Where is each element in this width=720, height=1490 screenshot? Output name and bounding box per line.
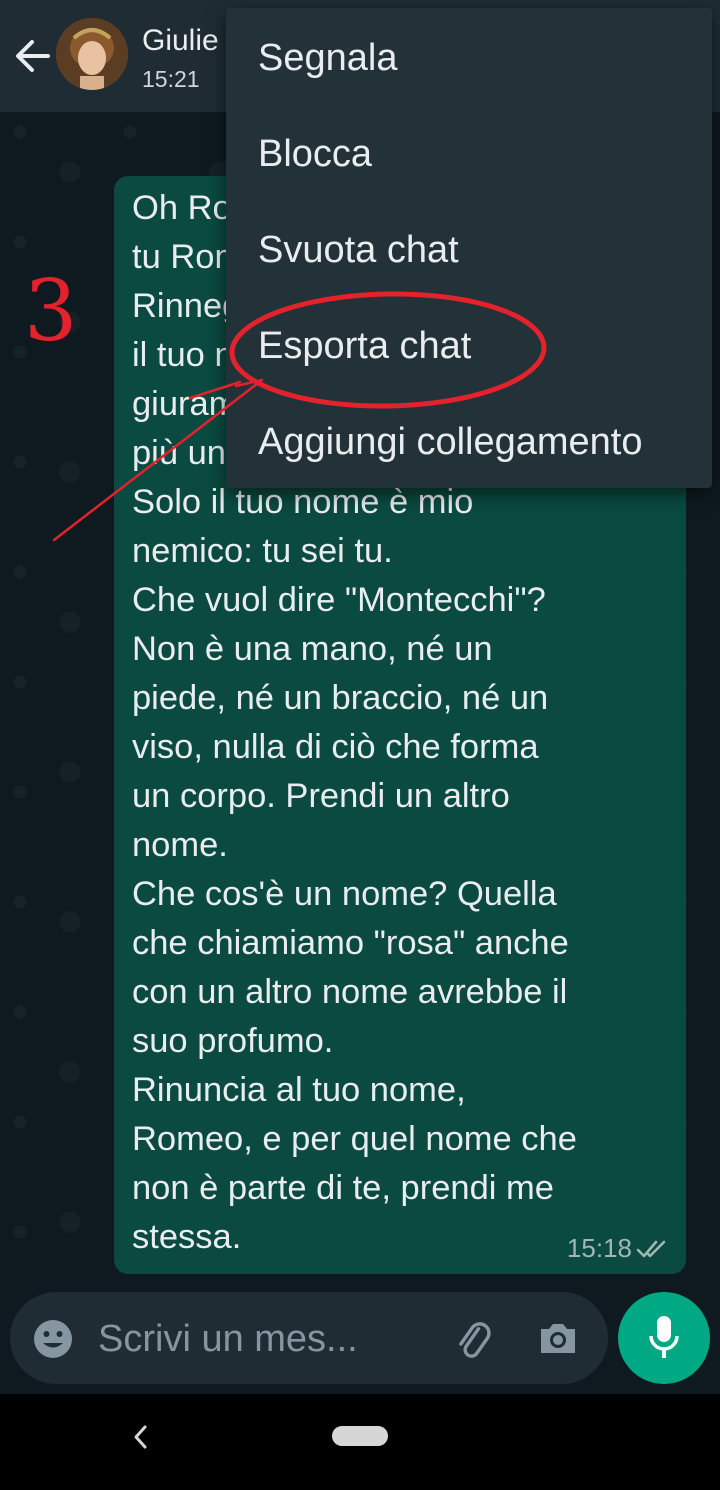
system-nav-bar [0, 1394, 720, 1490]
nav-home-pill[interactable] [332, 1426, 388, 1446]
portrait-image [56, 18, 128, 90]
menu-item-esporta-chat[interactable]: Esporta chat [226, 298, 712, 394]
overflow-menu: Segnala Blocca Svuota chat Esporta chat … [226, 8, 712, 488]
step-number: 3 [24, 262, 78, 360]
avatar[interactable] [56, 18, 128, 90]
menu-item-blocca[interactable]: Blocca [226, 106, 712, 202]
emoji-icon[interactable] [32, 1318, 74, 1360]
composer-bar [10, 1292, 608, 1384]
mic-icon [649, 1316, 679, 1358]
message-input[interactable] [96, 1308, 430, 1370]
paperclip-icon[interactable] [450, 1316, 494, 1360]
menu-item-aggiungi-collegamento[interactable]: Aggiungi collegamento [226, 394, 712, 490]
nav-back-icon[interactable] [128, 1422, 152, 1452]
menu-item-segnala[interactable]: Segnala [226, 10, 712, 106]
message-time: 15:18 [566, 1233, 632, 1263]
camera-icon[interactable] [536, 1316, 580, 1360]
menu-item-svuota-chat[interactable]: Svuota chat [226, 202, 712, 298]
back-button[interactable] [10, 30, 54, 82]
mic-button[interactable] [618, 1292, 710, 1384]
arrow-left-icon [16, 40, 50, 72]
last-seen: 15:21 [142, 66, 200, 92]
contact-name[interactable]: Giulie [142, 24, 219, 58]
double-check-icon [636, 1240, 666, 1258]
